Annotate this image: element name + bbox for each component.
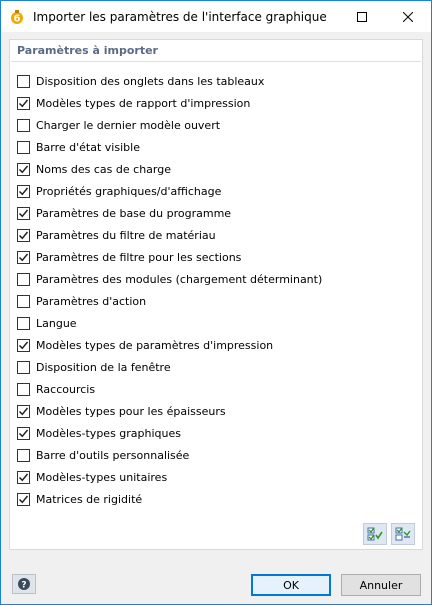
uncheck-all-icon (395, 527, 411, 541)
checkmark-icon (18, 429, 29, 437)
checkmark-icon (18, 473, 29, 481)
option-row[interactable]: Modèles-types unitaires (17, 466, 417, 488)
uncheck-all-button[interactable] (391, 523, 415, 545)
option-label: Paramètres de filtre pour les sections (36, 250, 242, 264)
checkbox-checked[interactable] (17, 404, 30, 418)
checkbox-checked[interactable] (17, 96, 30, 110)
option-label: Noms des cas de charge (36, 162, 171, 176)
option-label: Modèles types de rapport d'impression (36, 96, 251, 110)
option-label: Paramètres des modules (chargement déter… (36, 272, 323, 286)
checkbox-unchecked[interactable] (17, 294, 30, 308)
app-logo-icon: 6 (9, 9, 25, 25)
option-row[interactable]: Disposition des onglets dans les tableau… (17, 70, 417, 92)
ok-button[interactable]: OK (251, 574, 331, 596)
svg-text:?: ? (21, 581, 26, 591)
checkbox-checked[interactable] (17, 228, 30, 242)
option-row[interactable]: Modèles-types graphiques (17, 422, 417, 444)
import-settings-dialog: 6 Importer les paramètres de l'interface… (0, 0, 432, 605)
option-row[interactable]: Raccourcis (17, 378, 417, 400)
checkbox-checked[interactable] (17, 492, 30, 506)
checkmark-icon (18, 187, 29, 195)
maximize-icon (357, 11, 367, 22)
option-row[interactable]: Matrices de rigidité (17, 488, 417, 510)
checkmark-icon (18, 495, 29, 503)
header-divider (11, 61, 421, 62)
option-row[interactable]: Barre d'état visible (17, 136, 417, 158)
help-button[interactable]: ? (12, 574, 36, 594)
close-button[interactable] (385, 1, 431, 32)
option-row[interactable]: Modèles types pour les épaisseurs (17, 400, 417, 422)
option-label: Modèles-types graphiques (36, 426, 182, 440)
checkbox-unchecked[interactable] (17, 382, 30, 396)
option-row[interactable]: Paramètres de base du programme (17, 202, 417, 224)
checkbox-checked[interactable] (17, 470, 30, 484)
option-row[interactable]: Noms des cas de charge (17, 158, 417, 180)
checkmark-icon (18, 165, 29, 173)
panel-toolbar (363, 523, 415, 545)
check-all-button[interactable] (363, 523, 387, 545)
checkbox-checked[interactable] (17, 426, 30, 440)
option-row[interactable]: Propriétés graphiques/d'affichage (17, 180, 417, 202)
checkmark-icon (18, 209, 29, 217)
help-icon: ? (18, 578, 30, 591)
option-label: Matrices de rigidité (36, 492, 143, 506)
option-label: Charger le dernier modèle ouvert (36, 118, 221, 132)
checkbox-unchecked[interactable] (17, 316, 30, 330)
option-label: Disposition des onglets dans les tableau… (36, 74, 265, 88)
panel-header: Paramètres à importer (17, 44, 158, 57)
option-label: Paramètres d'action (36, 294, 147, 308)
checkbox-checked[interactable] (17, 250, 30, 264)
option-row[interactable]: Paramètres de filtre pour les sections (17, 246, 417, 268)
window-title: Importer les paramètres de l'interface g… (33, 9, 327, 24)
checkmark-icon (18, 341, 29, 349)
checkbox-unchecked[interactable] (17, 360, 30, 374)
options-list: Disposition des onglets dans les tableau… (17, 70, 417, 510)
option-label: Modèles types de paramètres d'impression (36, 338, 274, 352)
checkbox-unchecked[interactable] (17, 74, 30, 88)
checkbox-unchecked[interactable] (17, 140, 30, 154)
close-icon (403, 11, 413, 22)
option-label: Propriétés graphiques/d'affichage (36, 184, 222, 198)
checkbox-unchecked[interactable] (17, 118, 30, 132)
checkbox-checked[interactable] (17, 338, 30, 352)
title-bar[interactable]: 6 Importer les paramètres de l'interface… (1, 1, 431, 32)
checkmark-icon (18, 407, 29, 415)
checkbox-unchecked[interactable] (17, 272, 30, 286)
option-label: Paramètres de base du programme (36, 206, 232, 220)
settings-panel: Paramètres à importer Disposition des on… (9, 39, 423, 550)
option-label: Barre d'état visible (36, 140, 140, 154)
option-row[interactable]: Paramètres du filtre de matériau (17, 224, 417, 246)
option-label: Barre d'outils personnalisée (36, 448, 190, 462)
maximize-button[interactable] (339, 1, 385, 32)
option-row[interactable]: Disposition de la fenêtre (17, 356, 417, 378)
option-row[interactable]: Modèles types de paramètres d'impression (17, 334, 417, 356)
option-row[interactable]: Paramètres d'action (17, 290, 417, 312)
checkmark-icon (18, 231, 29, 239)
option-label: Langue (36, 316, 77, 330)
option-label: Disposition de la fenêtre (36, 360, 171, 374)
svg-text:6: 6 (14, 13, 21, 24)
cancel-button[interactable]: Annuler (341, 574, 421, 596)
checkbox-checked[interactable] (17, 184, 30, 198)
option-label: Paramètres du filtre de matériau (36, 228, 216, 242)
option-row[interactable]: Langue (17, 312, 417, 334)
option-label: Raccourcis (36, 382, 96, 396)
option-row[interactable]: Charger le dernier modèle ouvert (17, 114, 417, 136)
checkbox-checked[interactable] (17, 162, 30, 176)
checkmark-icon (18, 99, 29, 107)
check-all-icon (367, 527, 383, 541)
checkbox-unchecked[interactable] (17, 448, 30, 462)
checkmark-icon (18, 253, 29, 261)
option-label: Modèles types pour les épaisseurs (36, 404, 226, 418)
checkbox-checked[interactable] (17, 206, 30, 220)
option-row[interactable]: Barre d'outils personnalisée (17, 444, 417, 466)
option-row[interactable]: Paramètres des modules (chargement déter… (17, 268, 417, 290)
option-label: Modèles-types unitaires (36, 470, 168, 484)
option-row[interactable]: Modèles types de rapport d'impression (17, 92, 417, 114)
